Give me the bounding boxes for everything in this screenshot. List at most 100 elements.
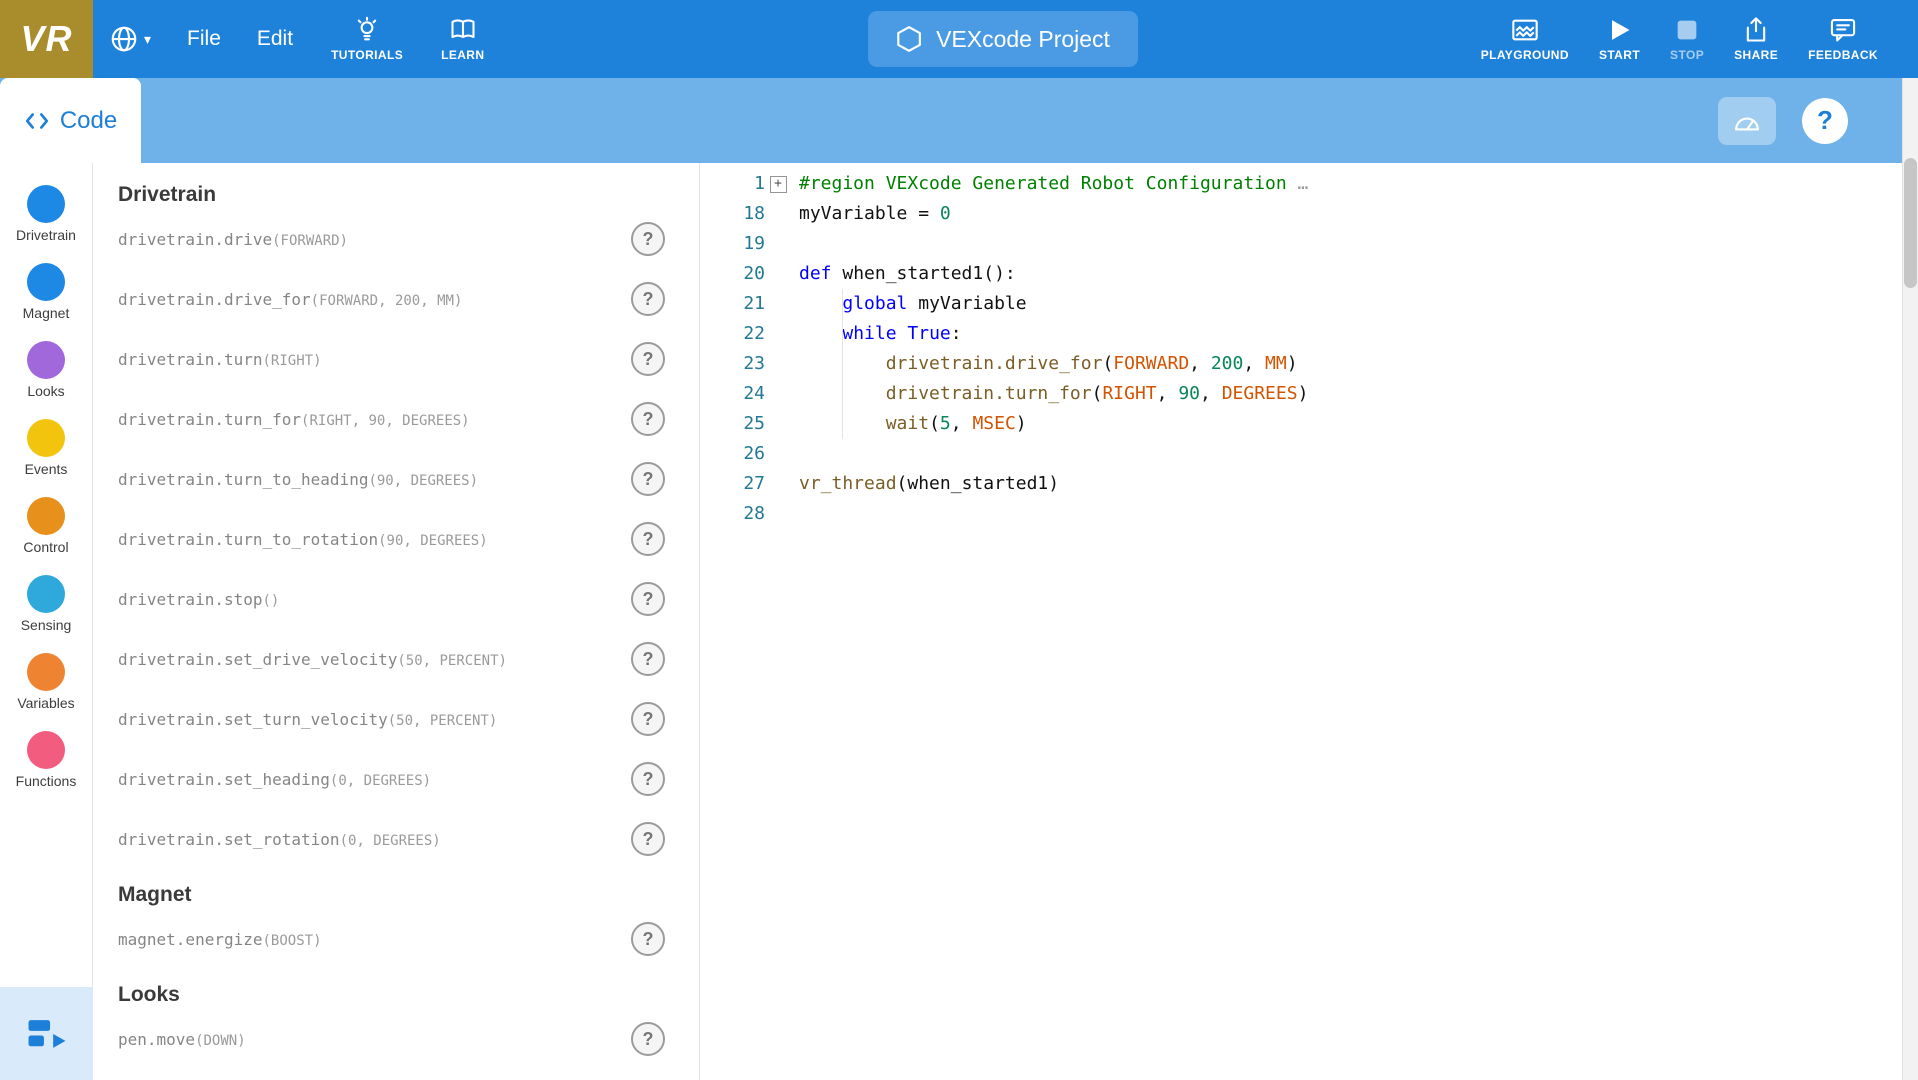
code-line[interactable]: 25 wait(5, MSEC) [701,409,1918,439]
playground-label: PLAYGROUND [1481,48,1569,62]
line-number: 28 [701,499,765,529]
command-item[interactable]: drivetrain.set_heading(0, DEGREES)? [118,749,699,809]
command-help-button[interactable]: ? [631,582,665,616]
command-item[interactable]: drivetrain.turn(RIGHT)? [118,329,699,389]
sidebar-item-label: Drivetrain [16,227,76,243]
command-item[interactable]: drivetrain.set_turn_velocity(50, PERCENT… [118,689,699,749]
tutorials-button[interactable]: TUTORIALS [331,16,403,62]
command-item[interactable]: magnet.energize(BOOST)? [118,909,699,969]
command-help-button[interactable]: ? [631,522,665,556]
monitor-button[interactable] [1718,97,1776,145]
playground-button[interactable]: PLAYGROUND [1481,16,1569,62]
command-item[interactable]: drivetrain.stop()? [118,569,699,629]
line-number: 1 [701,169,765,199]
command-item[interactable]: drivetrain.turn_to_rotation(90, DEGREES)… [118,509,699,569]
sidebar-item-looks[interactable]: Looks [0,331,92,409]
code-line-text: global myVariable [791,289,1027,319]
code-line[interactable]: 20def when_started1(): [701,259,1918,289]
sidebar-item-label: Events [25,461,68,477]
code-line[interactable]: 24 drivetrain.turn_for(RIGHT, 90, DEGREE… [701,379,1918,409]
start-button[interactable]: START [1599,16,1640,62]
code-line-text: vr_thread(when_started1) [791,469,1059,499]
code-line[interactable]: 26 [701,439,1918,469]
code-line[interactable]: 19 [701,229,1918,259]
sidebar-item-events[interactable]: Events [0,409,92,487]
sidebar-item-control[interactable]: Control [0,487,92,565]
top-menu-bar: VR ▾ File Edit TUTORIALS LEARN [0,0,1918,78]
vexcode-vr-logo[interactable]: VR [0,0,93,78]
share-button[interactable]: SHARE [1734,16,1778,62]
chevron-down-icon: ▾ [144,31,151,48]
sidebar-item-label: Functions [16,773,77,789]
sidebar-item-sensing[interactable]: Sensing [0,565,92,643]
command-help-button[interactable]: ? [631,342,665,376]
line-number: 20 [701,259,765,289]
fold-gutter [765,469,791,499]
command-help-button[interactable]: ? [631,762,665,796]
code-line[interactable]: 27vr_thread(when_started1) [701,469,1918,499]
command-help-button[interactable]: ? [631,822,665,856]
category-color-dot [27,653,65,691]
edit-menu[interactable]: Edit [257,27,293,51]
code-brackets-icon [24,110,50,132]
sidebar-item-functions[interactable]: Functions [0,721,92,799]
command-item[interactable]: drivetrain.turn_for(RIGHT, 90, DEGREES)? [118,389,699,449]
command-help-button[interactable]: ? [631,922,665,956]
code-line[interactable]: 23 drivetrain.drive_for(FORWARD, 200, MM… [701,349,1918,379]
command-item[interactable]: drivetrain.set_drive_velocity(50, PERCEN… [118,629,699,689]
command-toolbox: Drivetraindrivetrain.drive(FORWARD)?driv… [94,163,700,1080]
sidebar-item-magnet[interactable]: Magnet [0,253,92,331]
help-question-mark: ? [1817,105,1833,136]
tutorials-label: TUTORIALS [331,48,403,62]
command-item[interactable]: drivetrain.turn_to_heading(90, DEGREES)? [118,449,699,509]
code-editor[interactable]: 1 +#region VEXcode Generated Robot Config… [701,163,1918,1080]
command-code-text: drivetrain.set_drive_velocity(50, PERCEN… [118,650,507,669]
tab-code[interactable]: Code [0,78,141,163]
command-code-text: drivetrain.set_heading(0, DEGREES) [118,770,431,789]
blocks-toggle-button[interactable] [0,987,93,1080]
category-color-dot [27,575,65,613]
code-line-text: #region VEXcode Generated Robot Configur… [791,169,1308,199]
command-item[interactable]: pen.move(DOWN)? [118,1009,699,1069]
command-help-button[interactable]: ? [631,222,665,256]
line-number: 21 [701,289,765,319]
feedback-button[interactable]: FEEDBACK [1808,16,1878,62]
command-code-text: drivetrain.turn_to_heading(90, DEGREES) [118,470,478,489]
sidebar-item-drivetrain[interactable]: Drivetrain [0,175,92,253]
fold-expand-button[interactable]: + [770,176,787,193]
command-code-text: drivetrain.turn_to_rotation(90, DEGREES) [118,530,488,549]
code-line-text [791,499,799,529]
fold-gutter [765,439,791,469]
vertical-scrollbar[interactable] [1902,78,1918,1080]
code-line[interactable]: 21 global myVariable [701,289,1918,319]
command-help-button[interactable]: ? [631,402,665,436]
playground-icon [1510,16,1540,44]
scrollbar-thumb[interactable] [1904,158,1917,288]
code-line-text: while True: [791,319,962,349]
command-help-button[interactable]: ? [631,282,665,316]
command-help-button[interactable]: ? [631,1022,665,1056]
fold-gutter [765,349,791,379]
stop-button: STOP [1670,16,1704,62]
code-line[interactable]: 1 +#region VEXcode Generated Robot Config… [701,169,1918,199]
command-item[interactable]: drivetrain.set_rotation(0, DEGREES)? [118,809,699,869]
command-item[interactable]: drivetrain.drive_for(FORWARD, 200, MM)? [118,269,699,329]
command-help-button[interactable]: ? [631,642,665,676]
project-title-button[interactable]: VEXcode Project [868,11,1138,67]
sidebar-item-label: Magnet [23,305,70,321]
code-line[interactable]: 22 while True: [701,319,1918,349]
language-selector[interactable]: ▾ [109,24,151,54]
learn-button[interactable]: LEARN [441,16,484,62]
command-help-button[interactable]: ? [631,702,665,736]
command-item[interactable]: drivetrain.drive(FORWARD)? [118,209,699,269]
indent-guide [842,289,843,439]
category-sidebar: Drivetrain Magnet Looks Events ControlSensin… [0,163,93,1080]
file-menu[interactable]: File [187,27,221,51]
code-line[interactable]: 28 [701,499,1918,529]
project-title: VEXcode Project [936,26,1110,53]
help-button[interactable]: ? [1802,98,1848,144]
code-line[interactable]: 18myVariable = 0 [701,199,1918,229]
sidebar-item-variables[interactable]: Variables [0,643,92,721]
code-line-text: drivetrain.turn_for(RIGHT, 90, DEGREES) [791,379,1308,409]
command-help-button[interactable]: ? [631,462,665,496]
